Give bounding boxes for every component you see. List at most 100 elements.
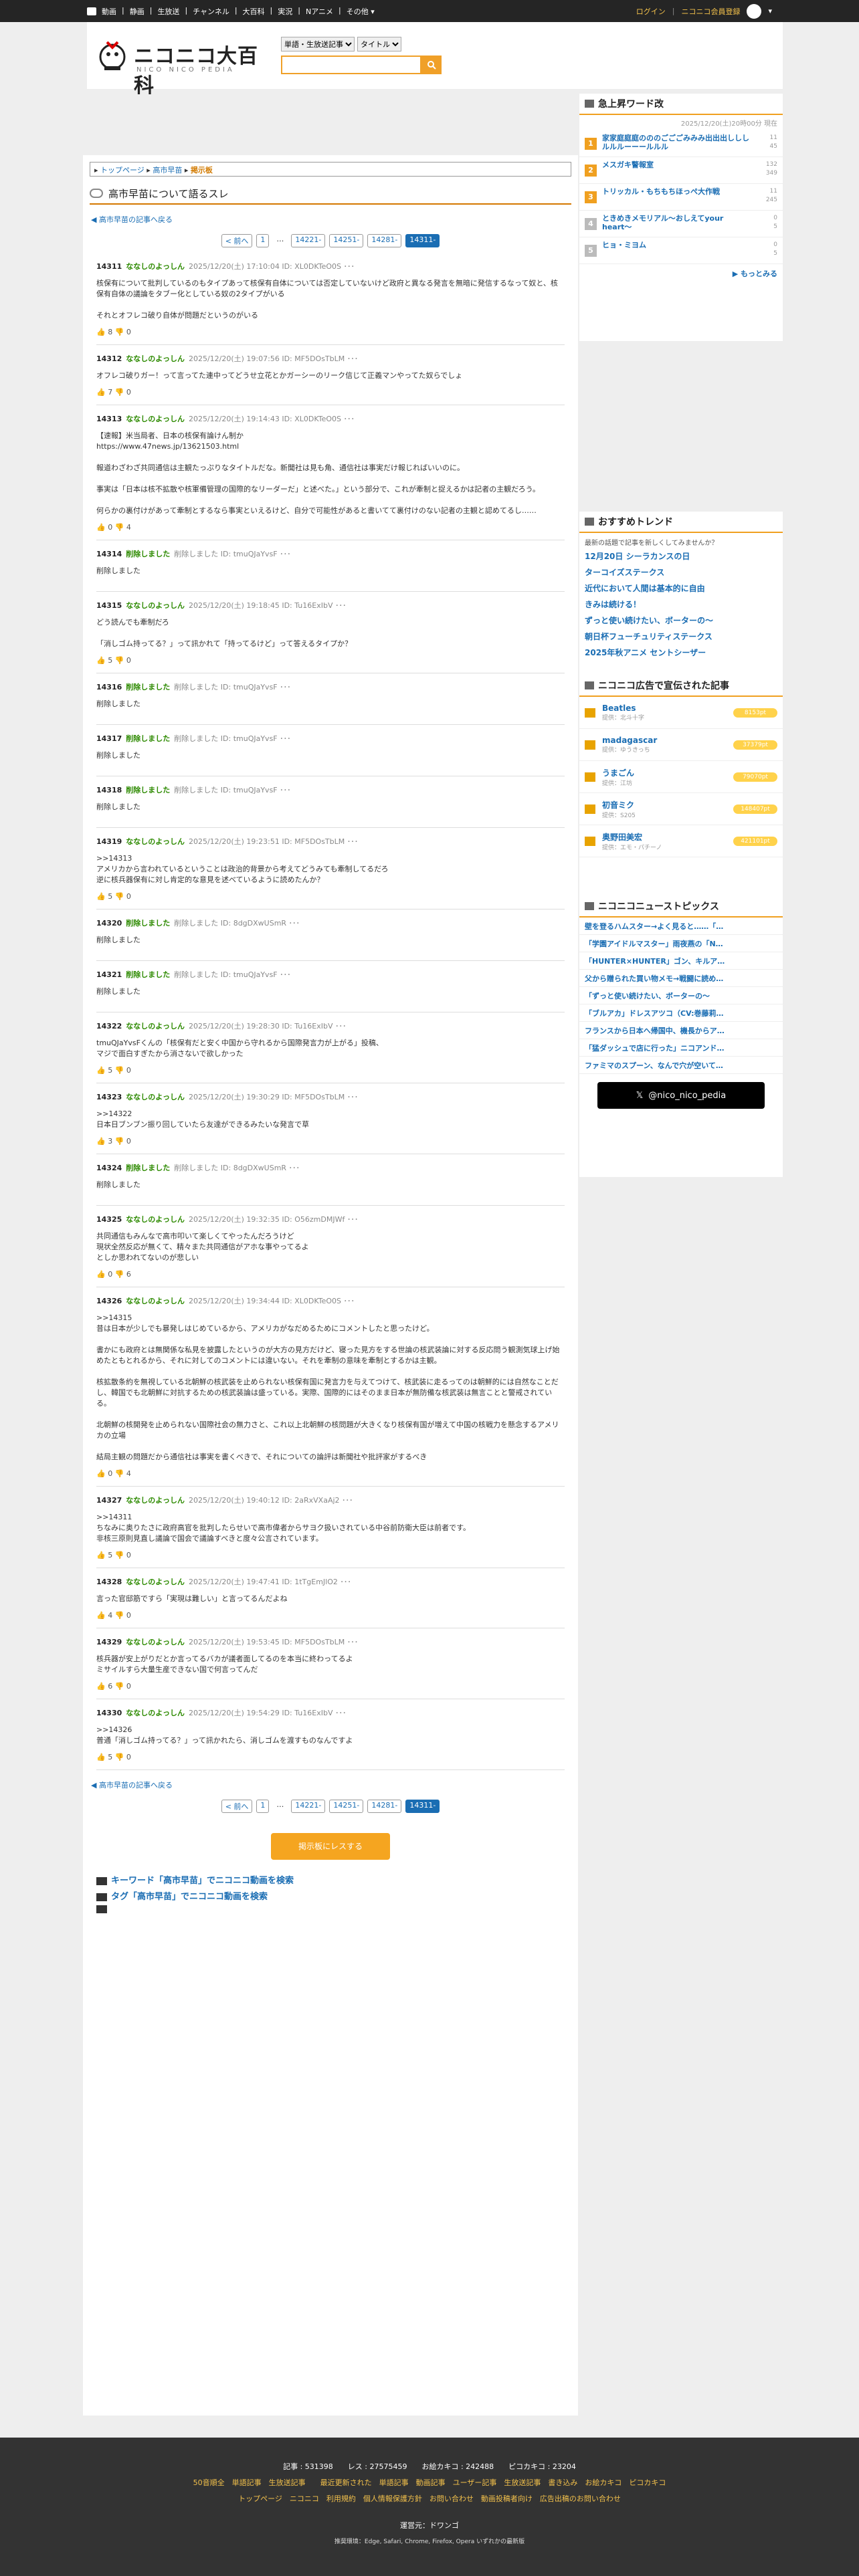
- pager-14251[interactable]: 14251-: [329, 1800, 364, 1813]
- register-link[interactable]: ニコニコ会員登録: [681, 6, 740, 17]
- chevron-down-icon[interactable]: ▾: [768, 7, 772, 15]
- post-number[interactable]: 14311: [96, 262, 122, 271]
- nav-pedia[interactable]: 大百科: [243, 6, 265, 17]
- back-to-article-link[interactable]: ◀ 高市早苗の記事へ戻る: [91, 214, 570, 225]
- ad-title[interactable]: madagascar: [602, 736, 733, 745]
- trend-item[interactable]: 5 ヒョ・ミヨム 0 5: [579, 237, 783, 264]
- post-number[interactable]: 14317: [96, 734, 122, 743]
- ad-item[interactable]: Beatles 提供：北斗十字 8153pt: [579, 697, 783, 729]
- pager-1[interactable]: 1: [256, 234, 270, 247]
- trend-item[interactable]: 1 家家庭庭庭のののごごごみみみ出出出しししルルルーーールルル 11 45: [579, 130, 783, 157]
- nav-video[interactable]: 動画: [102, 6, 116, 17]
- ad-title[interactable]: うまごん: [602, 767, 733, 778]
- post-number[interactable]: 14323: [96, 1093, 122, 1101]
- pager-14251[interactable]: 14251-: [329, 234, 364, 247]
- site-logo[interactable]: ニコニコ大百科 NICO NICO PEDIA: [94, 37, 261, 98]
- nav-jikkyo[interactable]: 実況: [278, 6, 292, 17]
- x-follow-button[interactable]: 𝕏 @nico_nico_pedia: [597, 1082, 765, 1109]
- trend-more-link[interactable]: ▶ もっとみる: [579, 264, 783, 283]
- breadcrumb-top[interactable]: トップページ: [100, 166, 145, 175]
- search-input[interactable]: [281, 56, 421, 74]
- pager-prev[interactable]: < 前へ: [221, 234, 253, 247]
- trend-title[interactable]: ヒョ・ミヨム: [602, 241, 751, 249]
- ad-item[interactable]: うまごん 提供：江坊 79070pt: [579, 761, 783, 793]
- reply-button[interactable]: 掲示板にレスする: [271, 1833, 390, 1860]
- post-votes[interactable]: 👍 0 👎 6: [96, 1270, 565, 1279]
- post-number[interactable]: 14315: [96, 601, 122, 610]
- news-item[interactable]: 「ブルアカ」ドレスアツコ（CV:巻藤莉…: [579, 1004, 783, 1022]
- news-item[interactable]: 「ずっと使い続けたい、ボーターの〜: [579, 987, 783, 1004]
- post-number[interactable]: 14313: [96, 415, 122, 423]
- post-votes[interactable]: 👍 3 👎 0: [96, 1137, 565, 1146]
- pager-14221[interactable]: 14221-: [291, 1800, 326, 1813]
- post-votes[interactable]: 👍 7 👎 0: [96, 388, 565, 397]
- post-number[interactable]: 14314: [96, 550, 122, 558]
- post-number[interactable]: 14321: [96, 970, 122, 979]
- post-number[interactable]: 14328: [96, 1578, 122, 1586]
- recommend-item[interactable]: ずっと使い続けたい、ボーターの〜: [579, 613, 783, 629]
- post-number[interactable]: 14324: [96, 1164, 122, 1172]
- post-votes[interactable]: 👍 5 👎 0: [96, 892, 565, 901]
- search-scope-select[interactable]: タイトル: [357, 37, 401, 51]
- recommend-item[interactable]: 2025年秋アニメ セントシーザー: [579, 645, 783, 661]
- news-item[interactable]: 「猛ダッシュで店に行った」ニコアンド…: [579, 1039, 783, 1057]
- post-number[interactable]: 14320: [96, 919, 122, 928]
- search-type-select[interactable]: 単語・生放送記事: [281, 37, 355, 51]
- pager-14281[interactable]: 14281-: [367, 234, 402, 247]
- trend-title[interactable]: ときめきメモリアル〜おしえてyour heart〜: [602, 214, 751, 231]
- home-icon[interactable]: [87, 7, 96, 15]
- pager-1[interactable]: 1: [256, 1800, 270, 1813]
- ad-title[interactable]: 初音ミク: [602, 799, 733, 811]
- trend-title[interactable]: メスガキ警報室: [602, 160, 751, 169]
- news-item[interactable]: ファミマのスプーン、なんで穴が空いて…: [579, 1057, 783, 1074]
- post-votes[interactable]: 👍 4 👎 0: [96, 1611, 565, 1620]
- post-votes[interactable]: 👍 5 👎 0: [96, 1066, 565, 1075]
- trend-item[interactable]: 4 ときめきメモリアル〜おしえてyour heart〜 0 5: [579, 211, 783, 237]
- nav-channel[interactable]: チャンネル: [193, 6, 229, 17]
- post-number[interactable]: 14329: [96, 1638, 122, 1646]
- post-number[interactable]: 14326: [96, 1297, 122, 1305]
- footer-links-2[interactable]: トップページ ニコニコ 利用規約 個人情報保護方針 お問い合わせ 動画投稿者向け…: [0, 2491, 859, 2507]
- trend-title[interactable]: トリッカル・もちもちほっぺ大作戦: [602, 187, 751, 196]
- recommend-item[interactable]: きみは続ける！: [579, 597, 783, 613]
- back-to-article-link-bottom[interactable]: ◀ 高市早苗の記事へ戻る: [91, 1780, 570, 1790]
- post-number[interactable]: 14312: [96, 354, 122, 363]
- user-avatar-icon[interactable]: [747, 3, 762, 19]
- ad-item[interactable]: madagascar 提供：ゆうきっち 37379pt: [579, 729, 783, 761]
- recommend-item[interactable]: 12月20日 シーラカンスの日: [579, 548, 783, 564]
- nav-seiga[interactable]: 静画: [130, 6, 145, 17]
- ad-title[interactable]: 奥野田美宏: [602, 831, 733, 843]
- pager-prev[interactable]: < 前へ: [221, 1800, 253, 1813]
- news-item[interactable]: 「HUNTER×HUNTER」ゴン、キルア…: [579, 952, 783, 970]
- post-number[interactable]: 14316: [96, 683, 122, 691]
- post-number[interactable]: 14319: [96, 837, 122, 846]
- trend-item[interactable]: 3 トリッカル・もちもちほっぺ大作戦 11 245: [579, 184, 783, 211]
- share-icon[interactable]: [96, 1905, 107, 1913]
- post-votes[interactable]: 👍 5 👎 0: [96, 1551, 565, 1560]
- tag-search-link[interactable]: タグ「高市早苗」でニコニコ動画を検索: [111, 1889, 268, 1905]
- ad-title[interactable]: Beatles: [602, 704, 733, 713]
- ad-item[interactable]: 奥野田美宏 提供：エモ・パチーノ 421101pt: [579, 825, 783, 857]
- post-number[interactable]: 14318: [96, 786, 122, 794]
- post-number[interactable]: 14325: [96, 1215, 122, 1224]
- pager-14221[interactable]: 14221-: [291, 234, 326, 247]
- post-votes[interactable]: 👍 8 👎 0: [96, 328, 565, 336]
- recommend-item[interactable]: 朝日杯フューチュリティステークス: [579, 629, 783, 645]
- breadcrumb-article[interactable]: 高市早苗: [153, 166, 182, 175]
- keyword-search-link[interactable]: キーワード「高市早苗」でニコニコ動画を検索: [111, 1873, 294, 1889]
- news-item[interactable]: 壁を登るハムスター→よく見ると……「…: [579, 918, 783, 935]
- post-number[interactable]: 14330: [96, 1709, 122, 1717]
- trend-item[interactable]: 2 メスガキ警報室 132 349: [579, 157, 783, 184]
- news-item[interactable]: 「学園アイドルマスター」雨夜燕の「N…: [579, 935, 783, 952]
- trend-title[interactable]: 家家庭庭庭のののごごごみみみ出出出しししルルルーーールルル: [602, 134, 751, 151]
- post-votes[interactable]: 👍 5 👎 0: [96, 656, 565, 665]
- news-item[interactable]: フランスから日本へ帰国中、機長からア…: [579, 1022, 783, 1039]
- post-number[interactable]: 14322: [96, 1022, 122, 1031]
- recommend-item[interactable]: ターコイズステークス: [579, 564, 783, 580]
- login-link[interactable]: ログイン: [636, 6, 666, 17]
- news-item[interactable]: 父から贈られた買い物メモ→戦闘に読め…: [579, 970, 783, 987]
- recommend-item[interactable]: 近代において人間は基本的に自由: [579, 580, 783, 597]
- ad-item[interactable]: 初音ミク 提供：S205 148407pt: [579, 793, 783, 825]
- post-votes[interactable]: 👍 5 👎 0: [96, 1753, 565, 1761]
- nav-other[interactable]: その他 ▾: [347, 6, 375, 17]
